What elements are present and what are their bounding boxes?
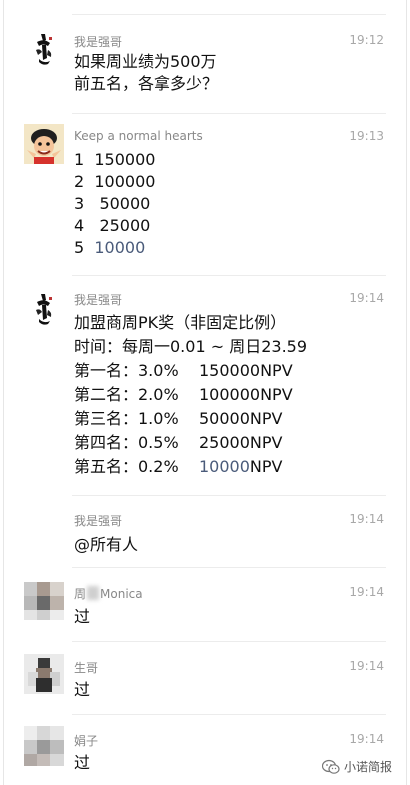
message-time: 19:14 <box>349 512 384 526</box>
message-line: 过 <box>74 753 91 772</box>
avatar-cartoon[interactable] <box>24 124 64 164</box>
watermark-text: 小诺简报 <box>343 760 392 774</box>
message-line: 第四名：0.5% 25000NPV <box>74 433 283 452</box>
wechat-official-account-icon <box>321 759 340 778</box>
message-line: 前五名，各拿多少？ <box>74 74 219 93</box>
avatar-blurred[interactable] <box>24 572 64 628</box>
highlighted-number: 10000 <box>94 238 146 257</box>
message-line: 第五名：0.2% 10000NPV <box>74 455 307 479</box>
sender-name-part: 周 <box>74 587 87 601</box>
divider <box>72 14 386 15</box>
message-line: 5 10000 <box>74 237 155 259</box>
message-line: 如果周业绩为500万 <box>74 52 217 71</box>
message-time: 19:14 <box>349 585 384 599</box>
message-line: 3 50000 <box>74 194 151 213</box>
line-suffix: NPV <box>249 457 283 476</box>
divider <box>72 275 386 276</box>
avatar-blurred[interactable] <box>24 720 64 770</box>
message-text[interactable]: 过 <box>74 752 90 774</box>
message-time: 19:14 <box>349 659 384 673</box>
message-time: 19:12 <box>349 33 384 47</box>
avatar-calligraphy[interactable] <box>24 288 64 328</box>
calligraphy-avatar-icon <box>24 28 64 68</box>
highlighted-number: 10000 <box>199 457 250 476</box>
avatar-calligraphy[interactable] <box>24 28 64 68</box>
message-line: 4 25000 <box>74 216 151 235</box>
message-line: 过 <box>74 607 91 626</box>
sender-name[interactable]: 周 Monica <box>74 585 143 602</box>
message-line: 第二名：2.0% 100000NPV <box>74 385 293 404</box>
divider <box>72 714 386 715</box>
blurred-avatar-icon <box>24 654 64 694</box>
sender-name[interactable]: 娟子 <box>74 732 98 749</box>
chat-history-panel: 我是强哥 19:12 如果周业绩为500万 前五名，各拿多少？ Keep a n… <box>3 0 407 785</box>
message-text[interactable]: 加盟商周PK奖（非固定比例） 时间：每周一0.01 ~ 周日23.59 第一名：… <box>74 311 307 479</box>
calligraphy-avatar-icon <box>24 288 64 328</box>
sender-name[interactable]: Keep a normal hearts <box>74 129 203 143</box>
divider <box>72 567 386 568</box>
sender-name[interactable]: 我是强哥 <box>74 291 122 308</box>
message-line: @所有人 <box>74 535 139 554</box>
sender-name[interactable]: 我是强哥 <box>74 512 122 529</box>
cartoon-character-avatar-icon <box>24 124 64 164</box>
message-time: 19:14 <box>349 732 384 746</box>
message-line: 2 100000 <box>74 172 156 191</box>
line-prefix: 第五名：0.2% <box>74 457 199 476</box>
line-prefix: 5 <box>74 238 95 257</box>
message-text[interactable]: @所有人 <box>74 534 138 556</box>
message-text[interactable]: 1 150000 2 100000 3 50000 4 25000 5 1000… <box>74 149 155 259</box>
divider <box>72 641 386 642</box>
divider <box>72 495 386 496</box>
sender-name[interactable]: 生哥 <box>74 659 98 676</box>
message-time: 19:13 <box>349 129 384 143</box>
message-line: 过 <box>74 680 91 699</box>
message-text[interactable]: 如果周业绩为500万 前五名，各拿多少？ <box>74 51 218 95</box>
blurred-avatar-icon <box>24 720 64 770</box>
message-time: 19:14 <box>349 291 384 305</box>
message-line: 1 150000 <box>74 150 156 169</box>
message-line: 第一名：3.0% 150000NPV <box>74 361 293 380</box>
blurred-avatar-icon <box>24 572 64 628</box>
message-line: 时间：每周一0.01 ~ 周日23.59 <box>74 337 308 356</box>
divider <box>72 113 386 114</box>
message-text[interactable]: 过 <box>74 679 90 701</box>
watermark: 小诺简报 <box>321 758 392 778</box>
message-text[interactable]: 过 <box>74 606 90 628</box>
sender-name-part: Monica <box>100 587 143 601</box>
redacted-name-mark <box>87 586 100 600</box>
message-line: 加盟商周PK奖（非固定比例） <box>74 313 287 332</box>
avatar-blurred[interactable] <box>24 654 64 694</box>
message-line: 第三名：1.0% 50000NPV <box>74 409 283 428</box>
sender-name[interactable]: 我是强哥 <box>74 33 122 50</box>
